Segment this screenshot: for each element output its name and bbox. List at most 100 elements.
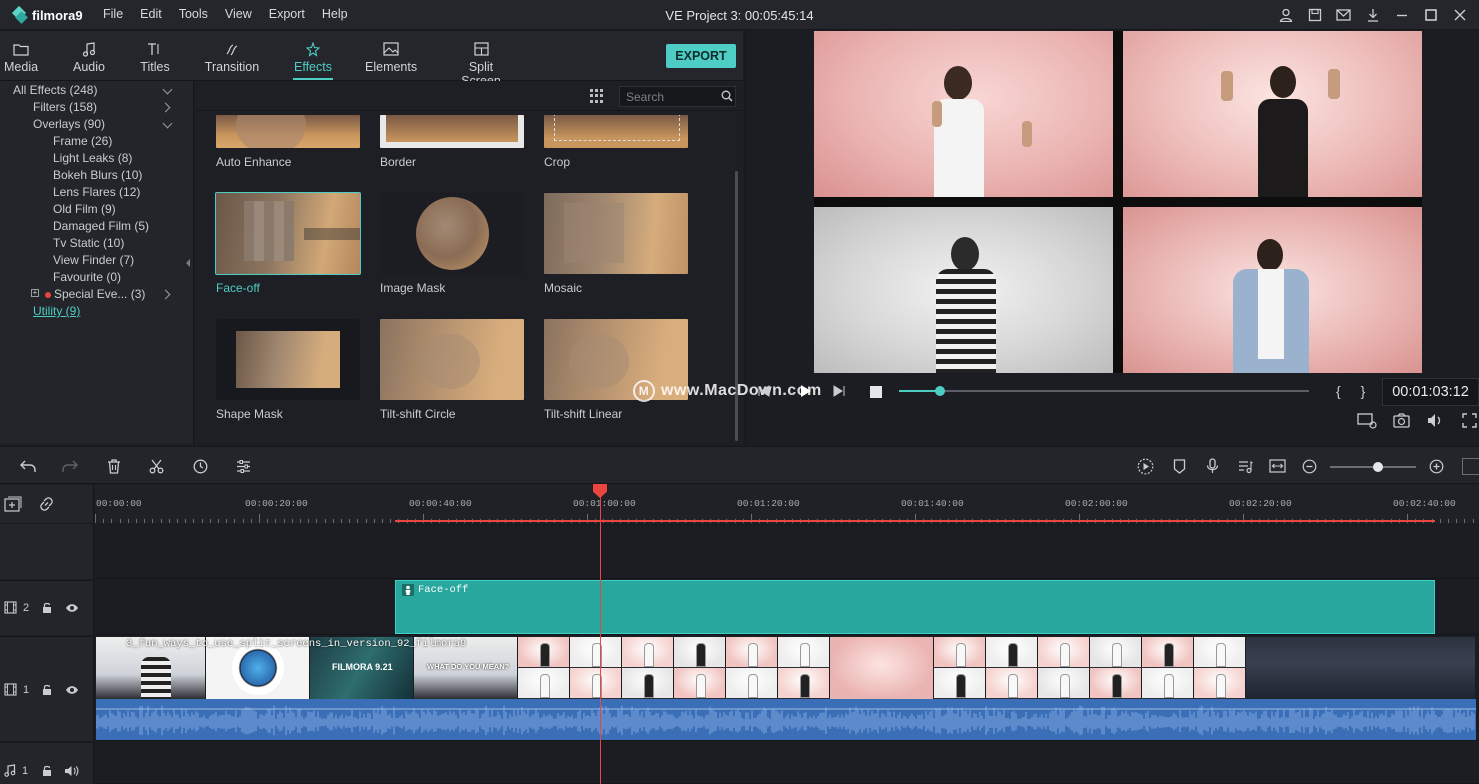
menu-help[interactable]: Help [322,7,348,21]
tab-titles[interactable]: Titles [138,40,172,74]
ruler-tick [95,514,96,523]
mail-icon[interactable] [1334,6,1353,24]
microphone-icon[interactable] [1203,457,1221,475]
search-icon[interactable] [721,90,733,102]
marker-icon[interactable] [1170,457,1188,475]
zoom-slider-knob[interactable] [1373,462,1383,472]
lock-icon[interactable] [42,765,52,777]
chevron-right-icon[interactable] [160,289,171,300]
play-icon[interactable] [798,384,812,398]
effect-thumb-face-off[interactable] [215,192,361,275]
collapse-panel-icon[interactable] [186,259,190,267]
expand-icon[interactable]: + [31,289,39,297]
maximize-icon[interactable] [1421,6,1440,24]
tree-utility[interactable]: Utility (9) [33,304,80,318]
tree-filters[interactable]: Filters (158) [33,100,97,114]
menu-export[interactable]: Export [269,7,305,21]
export-button[interactable]: EXPORT [666,44,736,68]
ruler-tick [152,519,154,523]
zoom-slider[interactable] [1330,462,1416,472]
zoom-in-icon[interactable] [1427,457,1445,475]
active-tab-underline [293,78,333,80]
lock-icon[interactable] [42,684,52,696]
effect-thumb-mosaic[interactable] [544,193,688,274]
tab-effects[interactable]: Effects [293,40,333,80]
effect-thumb-shape-mask[interactable] [216,319,360,400]
tree-item-tv-static[interactable]: Tv Static (10) [53,236,124,250]
undo-icon[interactable] [19,457,37,475]
fit-timeline-icon[interactable] [1268,457,1286,475]
tree-item-view-finder[interactable]: View Finder (7) [53,253,134,267]
panel-toggle-icon[interactable] [1462,458,1479,475]
render-settings-icon[interactable] [1357,413,1377,429]
tab-elements[interactable]: Elements [365,40,417,74]
render-preview-icon[interactable] [1136,457,1154,475]
tab-audio[interactable]: Audio [71,40,107,74]
tree-overlays[interactable]: Overlays (90) [33,117,105,131]
clip-frame-figure [748,674,758,698]
playhead[interactable] [600,487,601,784]
preview-progress-bar[interactable] [899,386,1309,396]
delete-icon[interactable] [105,457,123,475]
search-input[interactable] [619,86,736,107]
voiceover-list-icon[interactable] [1236,457,1254,475]
chevron-down-icon[interactable] [162,84,173,95]
tab-transition[interactable]: Transition [203,40,261,74]
fullscreen-icon[interactable] [1462,413,1477,428]
effect-thumb-auto-enhance[interactable] [216,115,360,148]
download-icon[interactable] [1363,6,1382,24]
close-icon[interactable] [1450,6,1469,24]
audio-waveform[interactable] [96,699,1476,740]
tree-item-light-leaks[interactable]: Light Leaks (8) [53,151,132,165]
account-icon[interactable] [1276,6,1295,24]
tree-item-frame[interactable]: Frame (26) [53,134,112,148]
effect-thumb-image-mask[interactable] [380,193,524,274]
stop-icon[interactable] [870,386,882,398]
tab-media[interactable]: Media [4,40,38,74]
next-frame-icon[interactable] [832,384,846,398]
timeline-ruler[interactable]: 00:00:00 00:00:20:00 00:00:40:00 00:01:0… [95,485,1479,523]
snapshot-camera-icon[interactable] [1393,413,1410,428]
chevron-right-icon[interactable] [160,102,171,113]
chevron-down-icon[interactable] [162,118,173,129]
split-scissors-icon[interactable] [147,457,165,475]
eye-icon[interactable] [65,685,79,695]
add-track-icon[interactable] [4,496,22,512]
ruler-tick [1472,519,1474,523]
tree-item-bokeh-blurs[interactable]: Bokeh Blurs (10) [53,168,142,182]
eye-icon[interactable] [65,603,79,613]
zoom-out-icon[interactable] [1300,457,1318,475]
tree-item-damaged-film[interactable]: Damaged Film (5) [53,219,149,233]
menu-edit[interactable]: Edit [140,7,162,21]
effect-thumb-crop[interactable] [544,115,688,148]
tree-item-favourite[interactable]: Favourite (0) [53,270,121,284]
effect-clip-face-off[interactable]: Face-off [395,580,1435,634]
effect-thumb-border[interactable] [380,115,524,148]
redo-icon[interactable] [61,457,79,475]
tree-item-old-film[interactable]: Old Film (9) [53,202,116,216]
save-icon[interactable] [1305,6,1324,24]
adjust-sliders-icon[interactable] [234,457,252,475]
mark-in-out-icon[interactable]: { } [1336,383,1373,399]
speaker-icon[interactable] [64,765,79,777]
ruler-label: 00:02:40:00 [1393,498,1456,509]
volume-icon[interactable] [1427,413,1444,428]
menu-file[interactable]: File [103,7,123,21]
preview-progress-knob[interactable] [935,386,945,396]
menu-view[interactable]: View [225,7,252,21]
tree-special-events[interactable]: Special Eve... (3) [45,287,145,301]
minimize-icon[interactable] [1392,6,1411,24]
speed-clock-icon[interactable] [191,457,209,475]
ruler-tick [390,519,392,523]
clip-frame [674,637,726,667]
video-track-icon [4,601,17,614]
lock-icon[interactable] [42,602,52,614]
tree-item-lens-flares[interactable]: Lens Flares (12) [53,185,140,199]
previous-frame-icon[interactable] [757,384,771,398]
link-icon[interactable] [38,496,55,512]
preview-timecode: 00:01:03:12 [1382,378,1479,406]
menu-tools[interactable]: Tools [179,7,208,21]
effect-thumb-tilt-shift-circle[interactable] [380,319,524,400]
grid-view-icon[interactable] [590,89,604,103]
tree-all-effects[interactable]: All Effects (248) [13,83,97,97]
